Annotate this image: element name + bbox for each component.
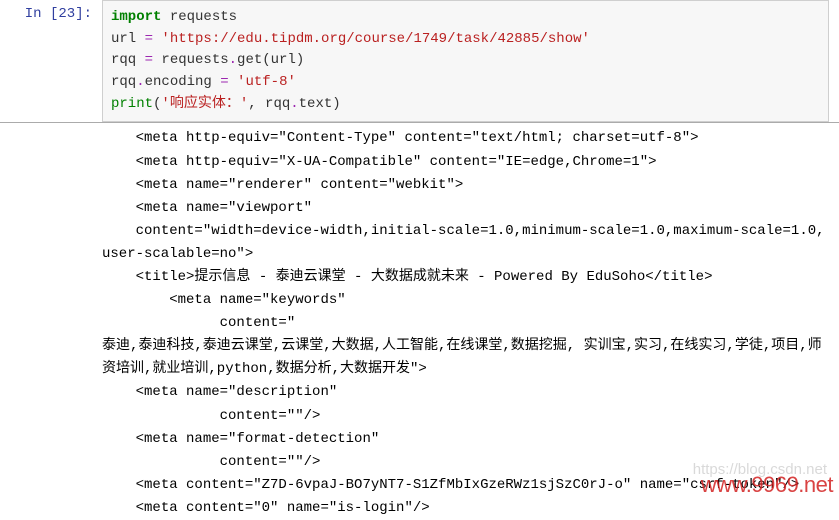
output-divider [0, 122, 839, 123]
input-prompt: In [23]: [0, 0, 102, 122]
code-content: import requests url = 'https://edu.tipdm… [102, 0, 839, 122]
kw-import: import [111, 9, 161, 25]
watermark-9969: www.9969.net [701, 472, 833, 498]
input-cell: In [23]: import requests url = 'https://… [0, 0, 839, 122]
prompt-text: In [23]: [25, 6, 92, 22]
code-block[interactable]: import requests url = 'https://edu.tipdm… [102, 0, 829, 122]
output-prompt-spacer [0, 123, 102, 520]
